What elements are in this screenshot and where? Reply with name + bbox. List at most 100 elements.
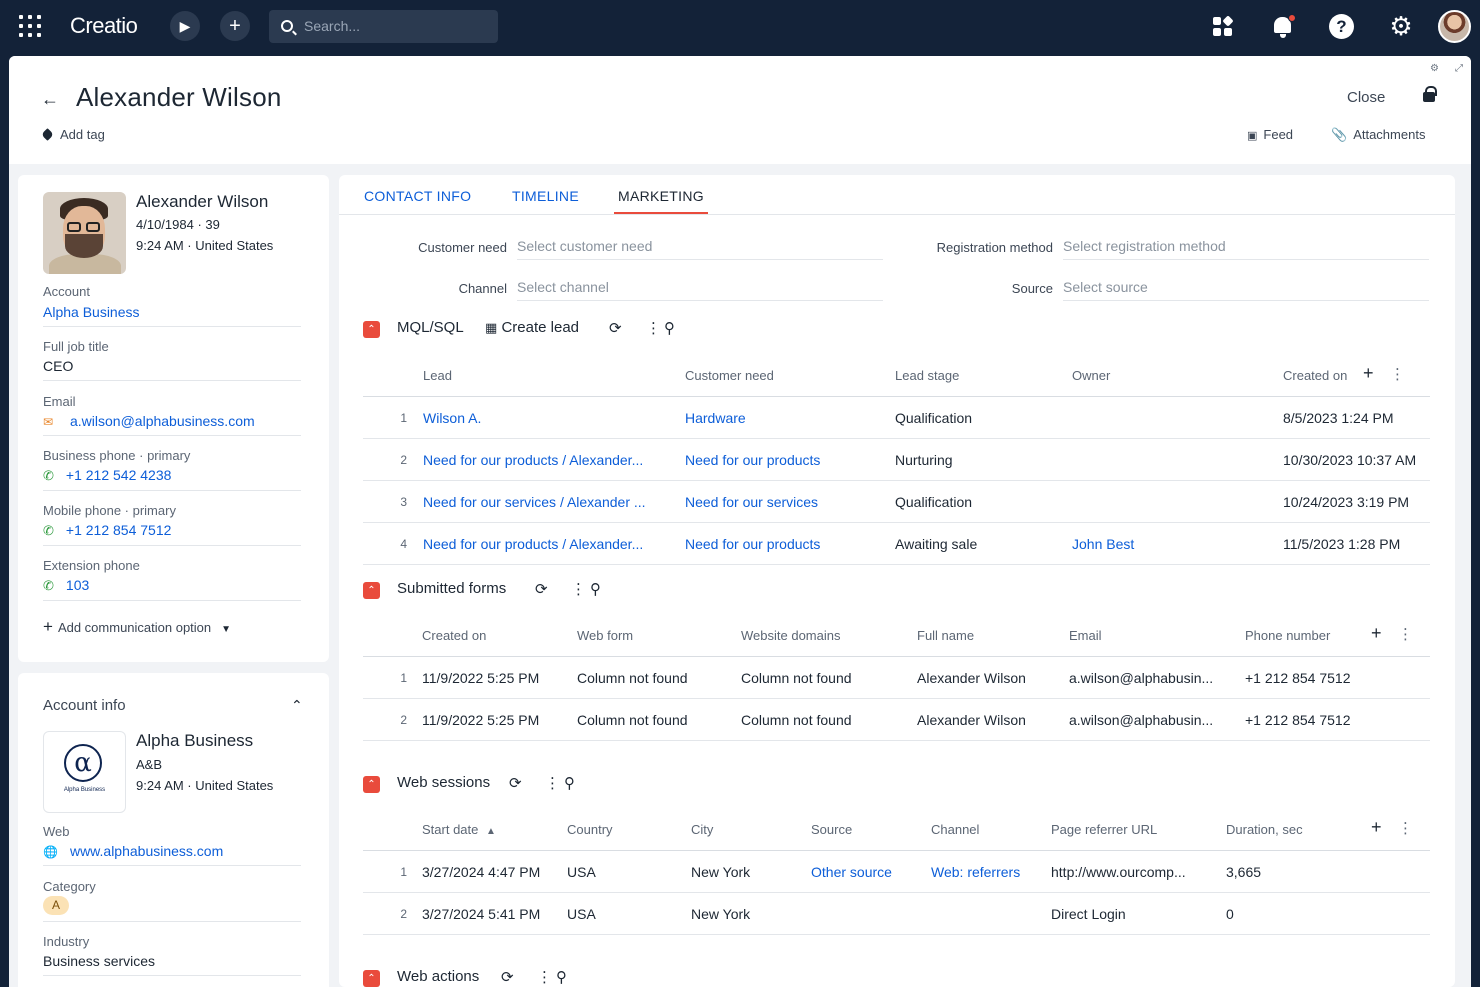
more-vertical-icon[interactable]: ⋮ [1398, 625, 1413, 643]
column-header-lead-stage[interactable]: Lead stage [895, 368, 959, 383]
tab-contact-info[interactable]: CONTACT INFO [364, 188, 471, 204]
add-column-plus-icon[interactable]: + [1371, 623, 1382, 644]
back-arrow-icon[interactable]: ← [41, 89, 59, 110]
expand-icon[interactable]: ⤢ [1455, 63, 1463, 74]
column-header-page-referrer-url[interactable]: Page referrer URL [1051, 822, 1157, 837]
more-vertical-icon[interactable]: ⋮ [646, 319, 661, 337]
more-vertical-icon[interactable]: ⋮ [545, 774, 560, 792]
column-header-customer-need[interactable]: Customer need [685, 368, 774, 383]
source-input[interactable]: Select source [1063, 279, 1429, 301]
column-header-duration[interactable]: Duration, sec [1226, 822, 1303, 837]
created-on-cell: 11/9/2022 5:25 PM [422, 670, 540, 686]
close-button[interactable]: Close [1347, 89, 1385, 106]
feed-button[interactable]: ▣ Feed [1247, 127, 1293, 142]
column-header-email[interactable]: Email [1069, 628, 1102, 643]
lock-icon[interactable] [1423, 86, 1437, 102]
add-tag-button[interactable]: Add tag [41, 127, 105, 142]
refresh-icon[interactable]: ⟳ [535, 580, 548, 598]
more-vertical-icon[interactable]: ⋮ [1390, 365, 1405, 383]
lead-link[interactable]: Need for our products / Alexander... [423, 536, 673, 552]
more-vertical-icon[interactable]: ⋮ [1398, 819, 1413, 837]
refresh-icon[interactable]: ⟳ [501, 968, 514, 986]
column-header-lead[interactable]: Lead [423, 368, 452, 383]
account-link[interactable]: Alpha Business [43, 304, 301, 327]
app-launcher-icon[interactable] [19, 15, 41, 37]
mobile-phone-field[interactable]: ✆ +1 212 854 7512 [43, 522, 301, 546]
column-header-start-date[interactable]: Start date ▲ [422, 822, 496, 837]
customer-need-link[interactable]: Need for our products [685, 452, 885, 468]
extension-phone-field[interactable]: ✆ 103 [43, 577, 301, 601]
add-button[interactable]: + [220, 11, 250, 41]
web-sessions-title: Web sessions [397, 774, 491, 791]
search-icon[interactable]: ⚲ [564, 774, 575, 792]
contact-photo[interactable] [43, 192, 126, 274]
lead-link[interactable]: Need for our services / Alexander ... [423, 494, 673, 510]
category-field[interactable]: A [43, 896, 301, 922]
job-title-value[interactable]: CEO [43, 358, 301, 381]
customer-need-link[interactable]: Need for our products [685, 536, 885, 552]
table-row[interactable]: 2 11/9/2022 5:25 PM Column not found Column… [363, 699, 1430, 741]
global-search-input[interactable]: Search... [269, 10, 498, 43]
source-link[interactable]: Other source [811, 864, 926, 880]
lead-link[interactable]: Need for our products / Alexander... [423, 452, 673, 468]
channel-link[interactable]: Web: referrers [931, 864, 1046, 880]
table-row[interactable]: 2 Need for our products / Alexander... Nee… [363, 439, 1430, 481]
business-phone-field[interactable]: ✆ +1 212 542 4238 [43, 467, 301, 491]
column-header-phone-number[interactable]: Phone number [1245, 628, 1330, 643]
more-vertical-icon[interactable]: ⋮ [537, 968, 552, 986]
column-header-owner[interactable]: Owner [1072, 368, 1110, 383]
collapse-icon[interactable]: ⌃ [363, 321, 380, 338]
column-header-channel[interactable]: Channel [931, 822, 979, 837]
column-header-web-form[interactable]: Web form [577, 628, 633, 643]
search-icon[interactable]: ⚲ [590, 580, 601, 598]
registration-method-input[interactable]: Select registration method [1063, 238, 1429, 260]
column-header-country[interactable]: Country [567, 822, 613, 837]
help-icon[interactable]: ? [1329, 14, 1354, 39]
settings-small-icon[interactable]: ⚙ [1430, 63, 1439, 74]
search-icon[interactable]: ⚲ [664, 319, 675, 337]
column-header-source[interactable]: Source [811, 822, 852, 837]
run-process-button[interactable]: ▶ [170, 11, 200, 41]
notifications-icon[interactable] [1271, 14, 1296, 40]
apps-icon[interactable] [1213, 15, 1234, 37]
phone-number-cell: +1 212 854 7512 [1245, 712, 1351, 728]
refresh-icon[interactable]: ⟳ [609, 319, 622, 337]
channel-input[interactable]: Select channel [517, 279, 883, 301]
customer-need-input[interactable]: Select customer need [517, 238, 883, 260]
lead-link[interactable]: Wilson A. [423, 410, 673, 426]
collapse-icon[interactable]: ⌃ [363, 582, 380, 599]
table-row[interactable]: 1 Wilson A. Hardware Qualification 8/5/2023 … [363, 397, 1430, 439]
search-icon[interactable]: ⚲ [556, 968, 567, 986]
user-avatar[interactable] [1438, 10, 1471, 43]
add-communication-option-button[interactable]: + Add communication option ▼ [43, 617, 231, 637]
table-row[interactable]: 2 3/27/2024 5:41 PM USA New York Direct Logi… [363, 893, 1430, 935]
web-field[interactable]: 🌐 www.alphabusiness.com [43, 843, 301, 866]
customer-need-link[interactable]: Hardware [685, 410, 885, 426]
industry-value[interactable]: Business services [43, 953, 301, 976]
column-header-website-domains[interactable]: Website domains [741, 628, 840, 643]
add-column-plus-icon[interactable]: + [1363, 363, 1374, 384]
add-column-plus-icon[interactable]: + [1371, 817, 1382, 838]
tab-timeline[interactable]: TIMELINE [512, 188, 579, 204]
collapse-icon[interactable]: ⌃ [363, 776, 380, 793]
collapse-icon[interactable]: ⌃ [363, 970, 380, 987]
table-row[interactable]: 1 11/9/2022 5:25 PM Column not found Column… [363, 657, 1430, 699]
column-header-full-name[interactable]: Full name [917, 628, 974, 643]
attachments-button[interactable]: 📎 Attachments [1331, 127, 1425, 143]
column-header-created-on[interactable]: Created on [422, 628, 486, 643]
table-row[interactable]: 3 Need for our services / Alexander ... Ne… [363, 481, 1430, 523]
column-header-city[interactable]: City [691, 822, 713, 837]
settings-gear-icon[interactable]: ⚙ [1388, 13, 1414, 39]
tab-marketing[interactable]: MARKETING [614, 188, 708, 214]
more-vertical-icon[interactable]: ⋮ [571, 580, 586, 598]
table-row[interactable]: 4 Need for our products / Alexander... Nee… [363, 523, 1430, 565]
column-header-created-on[interactable]: Created on [1283, 368, 1347, 383]
customer-need-link[interactable]: Need for our services [685, 494, 885, 510]
email-field[interactable]: ✉ a.wilson@alphabusiness.com [43, 413, 301, 436]
mobile-phone-value: +1 212 854 7512 [65, 522, 172, 538]
refresh-icon[interactable]: ⟳ [509, 774, 522, 792]
create-lead-button[interactable]: ▦ Create lead [485, 319, 579, 336]
table-row[interactable]: 1 3/27/2024 4:47 PM USA New York Other sourc… [363, 851, 1430, 893]
chevron-up-icon[interactable]: ⌃ [291, 697, 303, 714]
owner-link[interactable]: John Best [1072, 536, 1272, 552]
